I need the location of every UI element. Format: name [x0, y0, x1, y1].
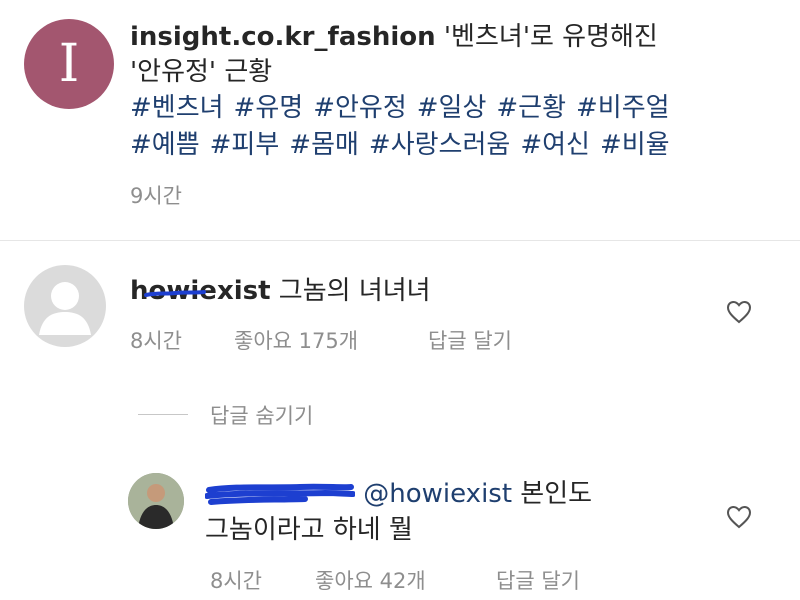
- post-author-avatar[interactable]: I: [24, 19, 114, 109]
- hashtag-row-1: #벤츠녀 #유명 #안유정 #일상 #근황 #비주얼: [130, 90, 780, 127]
- hashtag-link[interactable]: #안유정: [313, 93, 407, 123]
- hide-replies-button[interactable]: 답글 숨기기: [210, 400, 313, 430]
- comment-likes[interactable]: 좋아요 175개: [234, 325, 358, 355]
- hashtag-link[interactable]: #근황: [496, 93, 566, 123]
- comment-text: 그놈의 녀녀녀: [278, 276, 431, 306]
- comment-username-wrap: howiexist: [130, 274, 271, 308]
- reply-text-line-1: 본인도: [520, 479, 593, 509]
- hashtag-link[interactable]: #일상: [417, 93, 487, 123]
- replies-divider-line: [138, 414, 188, 415]
- reply-mention[interactable]: @howiexist: [363, 479, 512, 509]
- reply-text-line-2: 그놈이라고 하네 뭘: [205, 515, 413, 545]
- comment-reply-button[interactable]: 답글 달기: [428, 325, 512, 355]
- post-timestamp: 9시간: [130, 184, 183, 208]
- caption-line-1: '벤츠녀'로 유명해진: [443, 22, 658, 52]
- hashtag-row-2: #예쁨 #피부 #몸매 #사랑스러움 #여신 #비율: [130, 127, 780, 164]
- hashtag-link[interactable]: #벤츠녀: [130, 93, 224, 123]
- hashtag-link[interactable]: #예쁨: [130, 130, 200, 160]
- reply-reply-button[interactable]: 답글 달기: [496, 565, 580, 595]
- avatar-letter: I: [58, 34, 80, 94]
- heart-outline-icon[interactable]: [726, 300, 752, 324]
- hashtag-list: #벤츠녀 #유명 #안유정 #일상 #근황 #비주얼 #예쁨 #피부 #몸매 #사랑스러움 #여신…: [130, 90, 780, 164]
- comment-body: howiexist 그놈의 녀녀녀: [130, 274, 431, 308]
- heart-outline-icon[interactable]: [726, 505, 752, 529]
- post-caption: insight.co.kr_fashion '벤츠녀'로 유명해진 '안유정' …: [130, 20, 780, 90]
- hashtag-link[interactable]: #비율: [600, 130, 670, 160]
- post-username[interactable]: insight.co.kr_fashion: [130, 22, 436, 52]
- comment-avatar[interactable]: [24, 265, 106, 347]
- person-silhouette-icon: [39, 282, 91, 335]
- scribble-redaction: [144, 290, 206, 297]
- reply-avatar[interactable]: [128, 473, 184, 529]
- hashtag-link[interactable]: #피부: [210, 130, 280, 160]
- reply-time: 8시간: [210, 569, 263, 593]
- hashtag-link[interactable]: #비주얼: [576, 93, 670, 123]
- hashtag-link[interactable]: #유명: [234, 93, 304, 123]
- profile-photo: [128, 473, 184, 529]
- hashtag-link[interactable]: #몸매: [289, 130, 359, 160]
- caption-line-2: '안유정' 근황: [130, 57, 273, 87]
- comment-time: 8시간: [130, 329, 183, 353]
- reply-likes[interactable]: 좋아요 42개: [315, 565, 426, 595]
- reply-body: @howiexist 본인도 그놈이라고 하네 뭘: [205, 476, 685, 548]
- scribble-redaction: [205, 483, 355, 505]
- hashtag-link[interactable]: #여신: [520, 130, 590, 160]
- hashtag-link[interactable]: #사랑스러움: [369, 130, 510, 160]
- divider: [0, 240, 800, 241]
